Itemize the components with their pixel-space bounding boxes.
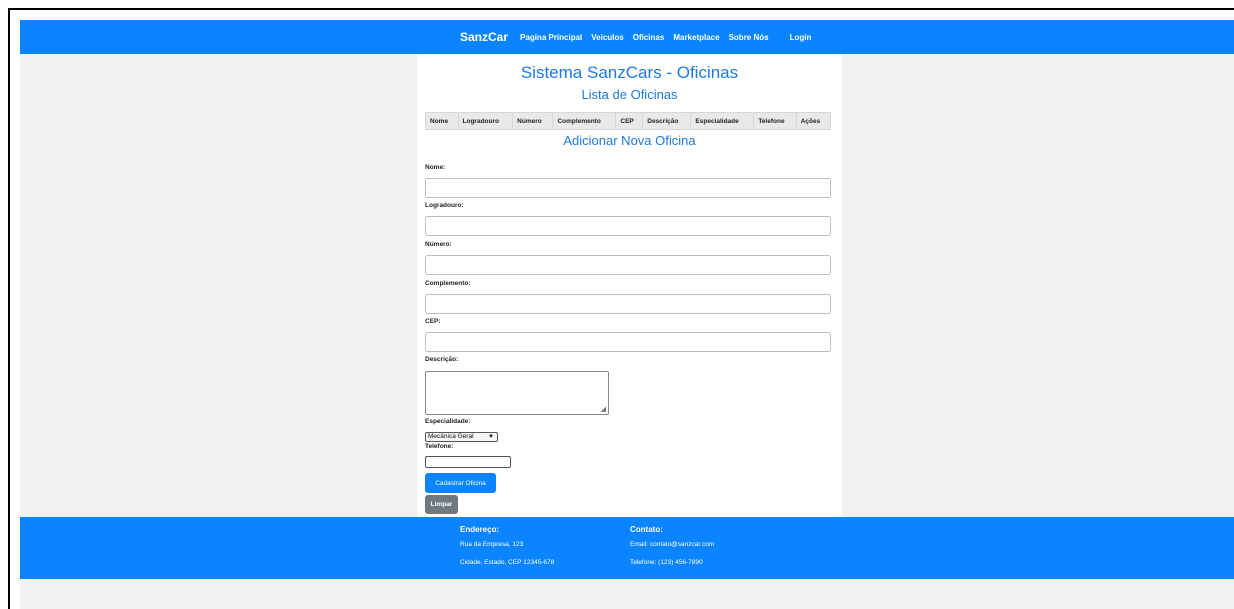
col-numero: Número [512, 112, 554, 130]
nav-link-home[interactable]: Pagina Principal [520, 33, 582, 42]
logradouro-input[interactable] [425, 216, 831, 236]
nav-link-sobre[interactable]: Sobre Nós [729, 33, 769, 42]
col-acoes: Ações [795, 112, 832, 130]
footer: Endereço: Rua da Empresa, 123 Cidade, Es… [20, 517, 1234, 579]
main-card: Sistema SanzCars - Oficinas Lista de Ofi… [417, 54, 842, 517]
footer-contact-heading: Contato: [630, 525, 663, 534]
col-cep: CEP [615, 112, 644, 130]
cep-input[interactable] [425, 332, 831, 352]
especialidade-selected: Mecânica Geral [428, 433, 474, 440]
label-logradouro: Logradouro: [425, 202, 464, 209]
oficinas-table: Nome Logradouro Número Complemento CEP D… [425, 112, 832, 130]
descricao-textarea[interactable]: ◢ [425, 371, 609, 415]
resize-grip-icon[interactable]: ◢ [601, 406, 606, 413]
label-nome: Nome: [425, 164, 446, 171]
nav-link-login[interactable]: Login [790, 33, 812, 42]
label-cep: CEP: [425, 318, 441, 325]
limpar-button[interactable]: Limpar [425, 495, 458, 514]
footer-contact-email: Email: contato@sanzcar.com [630, 541, 715, 548]
footer-contact: Contato: Email: contato@sanzcar.com Tele… [630, 525, 714, 566]
numero-input[interactable] [425, 255, 831, 275]
footer-address: Endereço: Rua da Empresa, 123 Cidade, Es… [460, 525, 554, 566]
col-descricao: Descrição [642, 112, 692, 130]
label-complemento: Complemento: [425, 280, 471, 287]
page-title: Sistema SanzCars - Oficinas [520, 63, 739, 82]
table-header-row: Nome Logradouro Número Complemento CEP D… [425, 112, 832, 130]
nome-input[interactable] [425, 178, 831, 198]
footer-address-heading: Endereço: [460, 525, 500, 534]
nav-link-marketplace[interactable]: Marketplace [673, 33, 719, 42]
brand-logo[interactable]: SanzCar [460, 30, 508, 44]
col-nome: Nome [425, 112, 459, 130]
label-descricao: Descrição: [425, 356, 459, 363]
navbar: SanzCar Pagina Principal Veiculos Oficin… [20, 20, 1234, 54]
footer-address-line1: Rua da Empresa, 123 [460, 541, 524, 548]
complemento-input[interactable] [425, 294, 831, 314]
label-especialidade: Especialidade: [425, 418, 471, 425]
footer-contact-phone: Telefone: (123) 456-7890 [630, 559, 703, 566]
footer-address-line2: Cidade, Estado, CEP 12345-678 [460, 559, 555, 566]
nav-link-oficinas[interactable]: Oficinas [633, 33, 665, 42]
nav-link-veiculos[interactable]: Veiculos [591, 33, 623, 42]
col-complemento: Complemento [552, 112, 617, 130]
cadastrar-button[interactable]: Cadastrar Oficina [425, 473, 496, 493]
page-viewport: SanzCar Pagina Principal Veiculos Oficin… [20, 20, 1234, 609]
telefone-input[interactable] [425, 456, 511, 468]
label-numero: Número: [425, 241, 452, 248]
col-especialidade: Especialidade [690, 112, 755, 130]
form-title: Adicionar Nova Oficina [563, 133, 696, 148]
col-telefone: Telefone [753, 112, 797, 130]
col-logradouro: Logradouro [457, 112, 514, 130]
browser-frame: SanzCar Pagina Principal Veiculos Oficin… [8, 8, 1234, 609]
label-telefone: Telefone: [425, 443, 454, 450]
list-title: Lista de Oficinas [581, 87, 678, 102]
nav-inner: SanzCar Pagina Principal Veiculos Oficin… [460, 20, 820, 54]
especialidade-select[interactable]: Mecânica Geral ▼ [425, 432, 498, 442]
chevron-down-icon: ▼ [488, 434, 494, 440]
